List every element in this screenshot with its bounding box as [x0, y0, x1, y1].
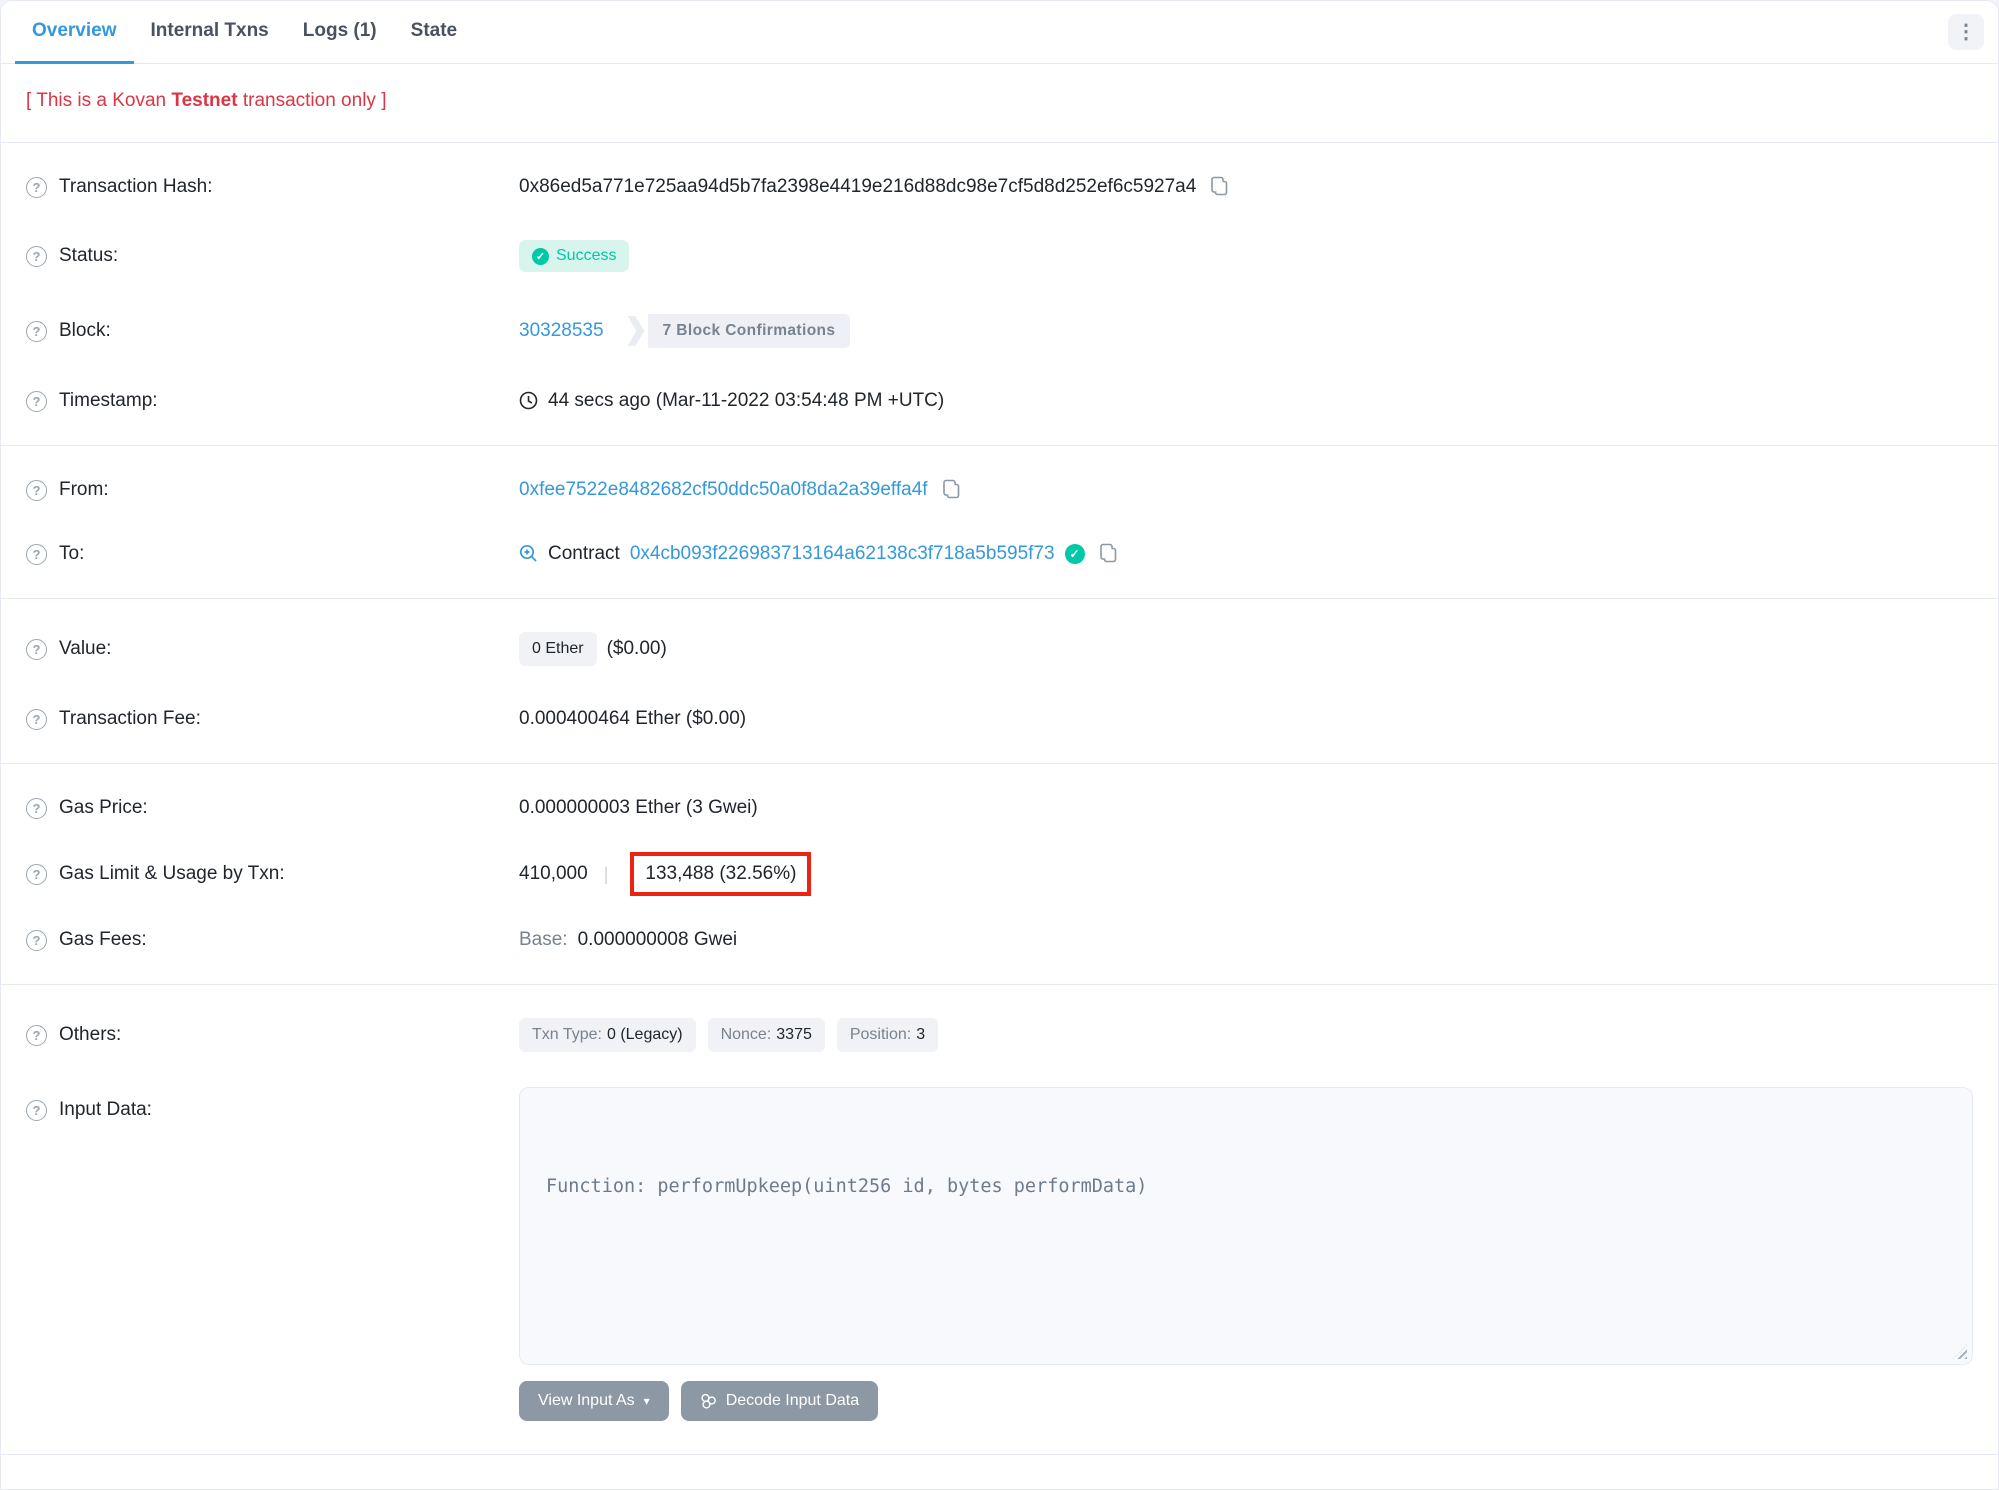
gas-fees-label: Gas Fees: — [59, 929, 147, 950]
help-icon[interactable]: ? — [26, 390, 47, 412]
txn-type-value: 0 (Legacy) — [606, 1026, 683, 1043]
row-gas-fees: ? Gas Fees: Base: 0.000000008 Gwei — [26, 908, 1973, 972]
tab-bar: Overview Internal Txns Logs (1) State ⋮ — [1, 1, 1998, 64]
testnet-warning: [ This is a Kovan Testnet transaction on… — [26, 64, 1973, 142]
row-gas-limit-usage: ? Gas Limit & Usage by Txn: 410,000 | 13… — [26, 840, 1973, 908]
transaction-hash-label: Transaction Hash: — [59, 176, 213, 197]
txn-type-key: Txn Type: — [532, 1026, 602, 1043]
decode-icon — [700, 1392, 717, 1410]
position-badge: Position: 3 — [836, 1018, 939, 1052]
gas-price-value: 0.000000003 Ether (3 Gwei) — [519, 797, 758, 818]
warning-text-post: transaction only ] — [237, 90, 387, 111]
row-gas-price: ? Gas Price: 0.000000003 Ether (3 Gwei) — [26, 776, 1973, 840]
transaction-fee-label: Transaction Fee: — [59, 708, 201, 729]
gas-usage-annotation-box: 133,488 (32.56%) — [630, 852, 812, 896]
gas-price-label: Gas Price: — [59, 797, 148, 818]
decode-input-data-button[interactable]: Decode Input Data — [680, 1381, 879, 1421]
input-data-label: Input Data: — [59, 1099, 152, 1120]
status-label: Status: — [59, 245, 119, 266]
input-function-line: Function: performUpkeep(uint256 id, byte… — [546, 1176, 1148, 1197]
block-label: Block: — [59, 320, 111, 341]
row-value: ? Value: 0 Ether ($0.00) — [26, 611, 1973, 687]
gas-limit-value: 410,000 — [519, 863, 588, 884]
view-input-as-button[interactable]: View Input As ▾ — [519, 1381, 669, 1421]
decode-input-data-label: Decode Input Data — [725, 1392, 860, 1409]
timestamp-value: 44 secs ago (Mar-11-2022 03:54:48 PM +UT… — [548, 390, 945, 411]
help-icon[interactable]: ? — [26, 929, 47, 951]
warning-text-bold: Testnet — [171, 90, 238, 111]
warning-text-pre: [ This is a Kovan — [26, 90, 172, 111]
gas-fees-base-value: 0.000000008 Gwei — [577, 929, 738, 950]
nonce-key: Nonce: — [720, 1026, 772, 1043]
txn-type-badge: Txn Type: 0 (Legacy) — [519, 1018, 696, 1052]
view-input-as-label: View Input As — [538, 1392, 635, 1409]
block-number-link[interactable]: 30328535 — [519, 320, 604, 342]
copy-icon[interactable] — [942, 479, 961, 501]
help-icon[interactable]: ? — [26, 708, 47, 730]
success-check-icon: ✓ — [532, 247, 549, 265]
kebab-icon: ⋮ — [1956, 21, 1976, 43]
magnifier-plus-icon[interactable] — [519, 543, 538, 565]
help-icon[interactable]: ? — [26, 479, 47, 501]
to-contract-type: Contract — [548, 543, 620, 564]
status-badge-text: Success — [556, 247, 617, 264]
nonce-value: 3375 — [776, 1026, 812, 1043]
ether-value-badge: 0 Ether — [519, 632, 597, 666]
input-data-textarea[interactable]: Function: performUpkeep(uint256 id, byte… — [519, 1087, 1973, 1365]
overview-panel: [ This is a Kovan Testnet transaction on… — [1, 64, 1998, 1489]
to-address-link[interactable]: 0x4cb093f226983713164a62138c3f718a5b595f… — [630, 543, 1055, 565]
clock-icon — [519, 390, 538, 412]
help-icon[interactable]: ? — [26, 1099, 47, 1121]
position-value: 3 — [916, 1026, 926, 1043]
timestamp-label: Timestamp: — [59, 390, 158, 411]
copy-icon[interactable] — [1099, 543, 1118, 565]
transaction-hash-value: 0x86ed5a771e725aa94d5b7fa2398e4419e216d8… — [519, 176, 1197, 197]
row-block: ? Block: 30328535 7 Block Confirmations — [26, 293, 1973, 369]
value-label: Value: — [59, 638, 112, 659]
tab-internal-txns[interactable]: Internal Txns — [134, 1, 286, 64]
gas-usage-value: 133,488 (32.56%) — [645, 863, 797, 884]
others-label: Others: — [59, 1024, 122, 1045]
row-transaction-fee: ? Transaction Fee: 0.000400464 Ether ($0… — [26, 687, 1973, 751]
row-timestamp: ? Timestamp: 44 secs ago (Mar-11-2022 03… — [26, 369, 1973, 433]
tab-overview[interactable]: Overview — [15, 1, 134, 64]
row-to: ? To: Contract 0x4cb093f226983713164a621… — [26, 522, 1973, 586]
verified-check-icon: ✓ — [1064, 544, 1085, 564]
row-input-data: ? Input Data: Function: performUpkeep(ui… — [26, 1073, 1973, 1442]
chevron-right-icon — [627, 316, 645, 346]
copy-icon[interactable] — [1210, 176, 1229, 198]
from-label: From: — [59, 479, 109, 500]
row-transaction-hash: ? Transaction Hash: 0x86ed5a771e725aa94d… — [26, 155, 1973, 219]
caret-down-icon: ▾ — [643, 1394, 650, 1408]
row-from: ? From: 0xfee7522e8482682cf50ddc50a0f8da… — [26, 458, 1973, 522]
row-status: ? Status: ✓ Success — [26, 219, 1973, 293]
pipe-separator: | — [603, 863, 609, 884]
gas-limit-usage-label: Gas Limit & Usage by Txn: — [59, 863, 285, 884]
tab-logs[interactable]: Logs (1) — [286, 1, 394, 64]
to-label: To: — [59, 543, 85, 564]
input-methodid-line: MethodID: 0x7bbaf1ea — [546, 1360, 1946, 1364]
row-others: ? Others: Txn Type: 0 (Legacy) Nonce: 33… — [26, 997, 1973, 1073]
gas-fees-base-label: Base: — [519, 929, 568, 950]
transaction-detail-card: Overview Internal Txns Logs (1) State ⋮ … — [0, 0, 1999, 1490]
help-icon[interactable]: ? — [26, 543, 47, 565]
help-icon[interactable]: ? — [26, 245, 47, 267]
help-icon[interactable]: ? — [26, 863, 47, 885]
block-confirmations-badge: 7 Block Confirmations — [627, 314, 851, 348]
nonce-badge: Nonce: 3375 — [707, 1018, 825, 1052]
status-badge: ✓ Success — [519, 240, 630, 272]
help-icon[interactable]: ? — [26, 320, 47, 342]
transaction-fee-value: 0.000400464 Ether ($0.00) — [519, 708, 747, 729]
textarea-resize-handle[interactable] — [1953, 1345, 1967, 1359]
more-options-button[interactable]: ⋮ — [1948, 14, 1984, 50]
from-address-link[interactable]: 0xfee7522e8482682cf50ddc50a0f8da2a39effa… — [519, 479, 928, 501]
help-icon[interactable]: ? — [26, 638, 47, 660]
help-icon[interactable]: ? — [26, 176, 47, 198]
help-icon[interactable]: ? — [26, 1024, 47, 1046]
position-key: Position: — [849, 1026, 912, 1043]
block-confirmations-text: 7 Block Confirmations — [647, 314, 851, 348]
help-icon[interactable]: ? — [26, 797, 47, 819]
value-usd: ($0.00) — [606, 638, 667, 659]
tab-state[interactable]: State — [394, 1, 474, 64]
